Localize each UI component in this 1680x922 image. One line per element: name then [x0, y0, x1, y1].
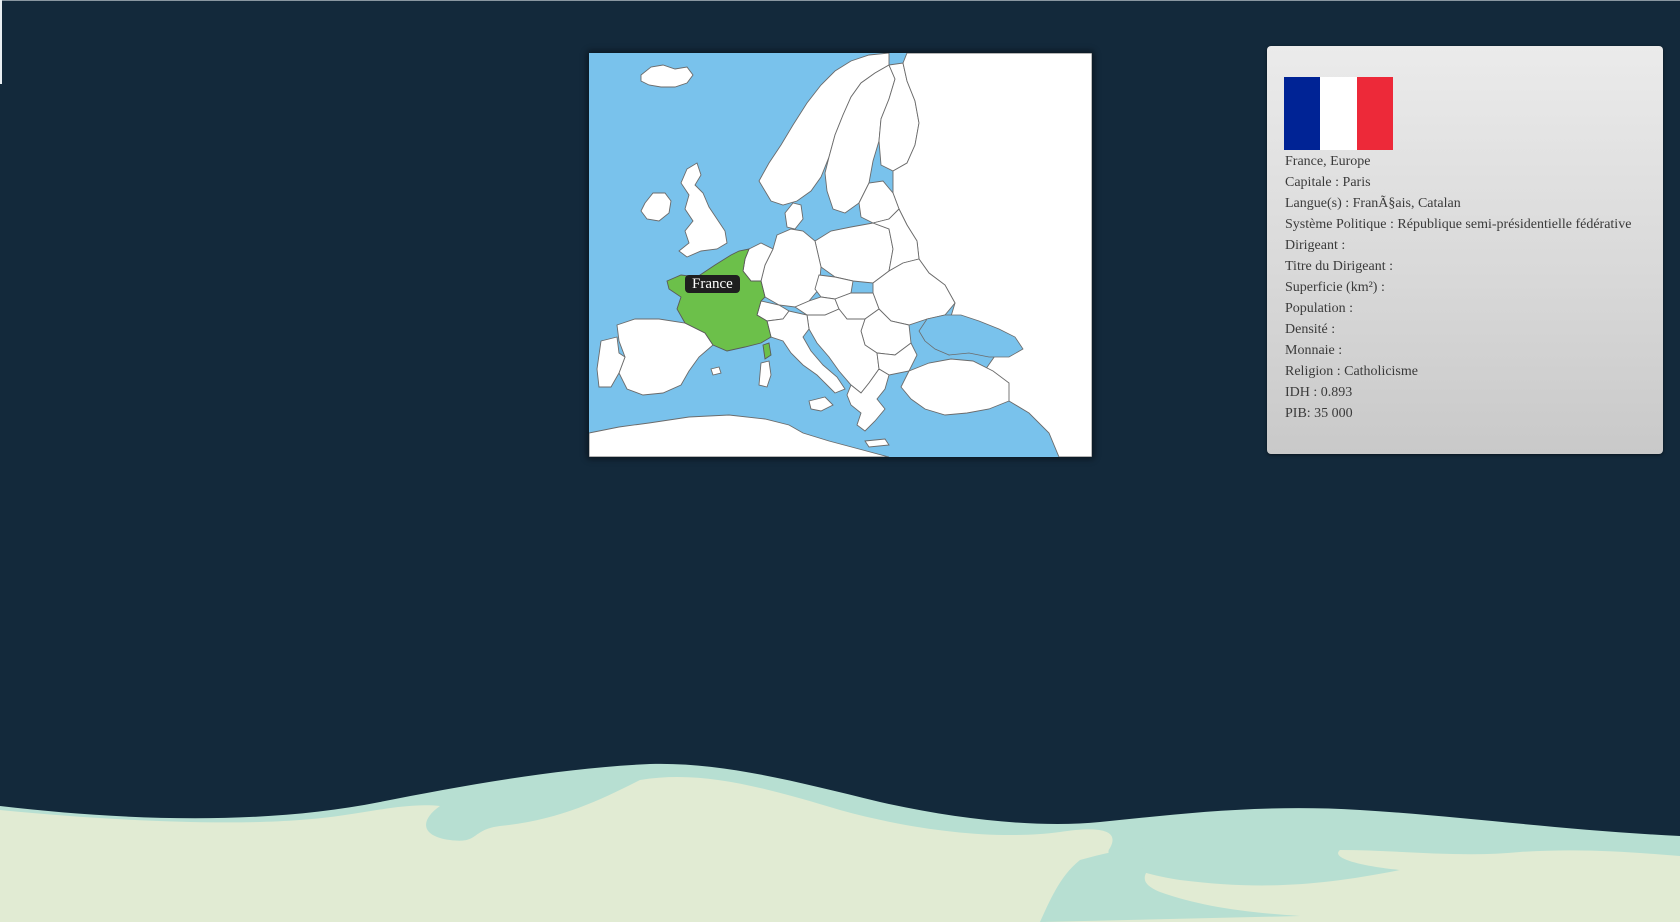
- country-population: Population :: [1285, 301, 1354, 316]
- country-details: France, Europe Capitale : Paris Langue(s…: [1285, 151, 1657, 424]
- france-flag-icon: [1284, 77, 1393, 150]
- country-tooltip: France: [685, 275, 740, 293]
- country-capital: Capitale : Paris: [1285, 175, 1371, 190]
- country-religion: Religion : Catholicisme: [1285, 364, 1418, 379]
- map-svg[interactable]: [589, 53, 1092, 457]
- island-balearics[interactable]: [710, 366, 722, 376]
- flag-stripe-white: [1320, 77, 1357, 150]
- top-divider: [0, 0, 1680, 1]
- country-location: France, Europe: [1285, 154, 1371, 169]
- page: France France, Europe Capitale : Paris L…: [0, 0, 1680, 922]
- flag-stripe-blue: [1284, 77, 1321, 150]
- country-leader: Dirigeant :: [1285, 238, 1346, 253]
- island-crete[interactable]: [864, 438, 890, 448]
- country-info-panel: France, Europe Capitale : Paris Langue(s…: [1267, 46, 1663, 454]
- country-density: Densité :: [1285, 322, 1336, 337]
- country-area: Superficie (km²) :: [1285, 280, 1385, 295]
- country-leader-title: Titre du Dirigeant :: [1285, 259, 1393, 274]
- country-currency: Monnaie :: [1285, 343, 1343, 358]
- country-gdp: PIB: 35 000: [1285, 406, 1353, 421]
- flag-stripe-red: [1356, 77, 1393, 150]
- europe-map[interactable]: France: [589, 53, 1092, 457]
- country-hdi: IDH : 0.893: [1285, 385, 1353, 400]
- country-political-system: Système Politique : République semi-prés…: [1285, 217, 1632, 232]
- country-languages: Langue(s) : FranÃ§ais, Catalan: [1285, 196, 1461, 211]
- landscape-decoration: [0, 763, 1680, 922]
- country-iceland[interactable]: [640, 64, 694, 88]
- left-edge-marker: [0, 0, 2, 84]
